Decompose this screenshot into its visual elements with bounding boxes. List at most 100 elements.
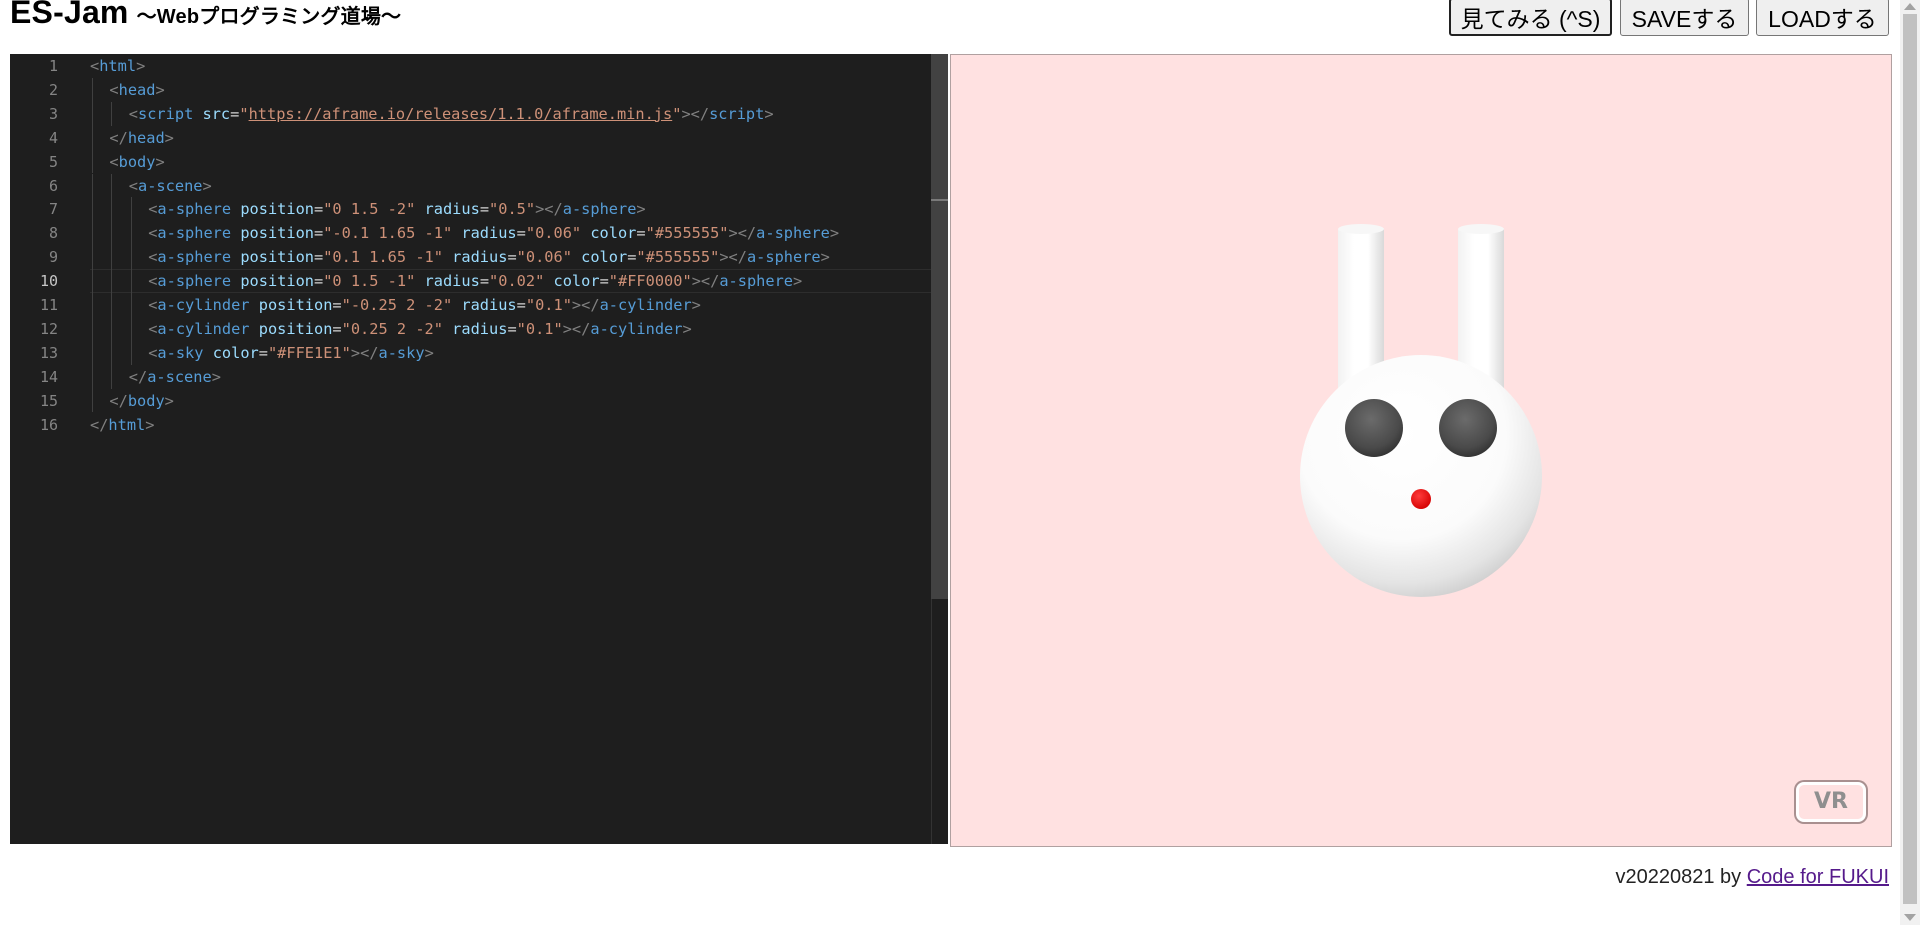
vr-preview[interactable]: VR xyxy=(950,54,1892,847)
indent-guide xyxy=(130,340,132,365)
code-token: > xyxy=(691,296,701,314)
code-line[interactable]: <a-sphere position="0.1 1.65 -1" radius=… xyxy=(148,245,830,269)
indent-guide xyxy=(92,173,93,198)
code-token: color xyxy=(581,248,628,267)
code-token: "0 1.5 -2" xyxy=(323,200,416,219)
vr-mode-button[interactable]: VR xyxy=(1796,782,1866,822)
credit-link[interactable]: Code for FUKUI xyxy=(1747,866,1889,888)
code-line[interactable]: </head> xyxy=(109,126,173,150)
code-token: a-scene xyxy=(147,367,212,386)
run-button[interactable]: 見てみる (^S) xyxy=(1449,0,1612,36)
code-token: "0 1.5 -1" xyxy=(323,272,416,291)
code-token: color xyxy=(212,343,259,362)
code-line[interactable]: <a-sphere position="0 1.5 -1" radius="0.… xyxy=(148,269,802,293)
code-line[interactable]: </a-scene> xyxy=(129,365,221,389)
code-token: "#FF0000" xyxy=(608,272,692,291)
code-token: radius xyxy=(452,319,508,338)
code-token: color xyxy=(590,224,637,243)
code-token: ></ xyxy=(728,224,757,243)
bunny-head xyxy=(1300,355,1542,597)
code-token: https://aframe.io/releases/1.1.0/aframe.… xyxy=(248,104,673,123)
code-token: > xyxy=(136,57,146,75)
scroll-up-arrow-icon[interactable] xyxy=(1904,3,1916,10)
code-token: a-cylinder xyxy=(599,296,692,314)
code-token: body xyxy=(127,391,165,410)
code-token: a-sphere xyxy=(157,224,232,243)
code-token: < xyxy=(128,176,139,195)
code-line[interactable]: <html> xyxy=(90,54,145,78)
code-line[interactable]: </body> xyxy=(109,389,173,413)
indent-guide xyxy=(130,197,132,222)
code-token: src xyxy=(202,104,231,123)
code-token: = xyxy=(479,200,490,219)
code-line[interactable]: <body> xyxy=(109,150,164,174)
code-token: > xyxy=(155,80,165,99)
code-token: = xyxy=(507,248,517,267)
code-line[interactable]: <head> xyxy=(109,78,164,102)
line-number: 9 xyxy=(48,248,58,267)
code-token: position xyxy=(258,319,333,338)
page-scrollbar-thumb[interactable] xyxy=(1903,14,1917,904)
code-token: "#555555" xyxy=(636,248,720,267)
code-token: "0.02" xyxy=(489,272,545,291)
code-token: > xyxy=(202,176,212,195)
load-button[interactable]: LOADする xyxy=(1756,0,1889,36)
code-line[interactable]: <a-cylinder position="-0.25 2 -2" radius… xyxy=(148,293,701,317)
indent-guide xyxy=(111,364,113,389)
line-number: 15 xyxy=(39,391,58,410)
indent-guide xyxy=(111,197,113,222)
line-number: 5 xyxy=(48,152,58,171)
code-token: < xyxy=(109,152,119,171)
app-title: ES-Jam ～Webプログラミング道場～ xyxy=(10,0,401,31)
code-token: = xyxy=(332,296,342,314)
line-number-gutter: 1 2 3 4 5 6 7 8 9 10 11 12 13 14 15 16 xyxy=(10,54,72,844)
code-token: ></ xyxy=(571,296,600,314)
code-token: </ xyxy=(109,128,128,147)
code-token: html xyxy=(99,57,137,75)
code-line[interactable]: </html> xyxy=(90,413,154,437)
editor-scrollbar-thumb[interactable] xyxy=(931,54,948,599)
code-token: > xyxy=(211,367,221,386)
header: ES-Jam ～Webプログラミング道場～ 見てみる (^S) SAVEする LO… xyxy=(0,0,1895,54)
code-line[interactable]: <a-sky color="#FFE1E1"></a-sky> xyxy=(148,341,434,365)
code-token: html xyxy=(108,415,146,434)
code-token: "0.5" xyxy=(489,200,536,219)
line-number: 3 xyxy=(48,104,58,123)
scroll-down-arrow-icon[interactable] xyxy=(1904,914,1916,921)
code-token: > xyxy=(820,248,830,267)
indent-guide xyxy=(130,293,132,317)
indent-guide xyxy=(92,125,93,150)
code-line[interactable]: <a-sphere position="-0.1 1.65 -1" radius… xyxy=(148,221,839,245)
code-token: a-sphere xyxy=(746,248,821,267)
code-token: "0.1 1.65 -1" xyxy=(323,248,443,267)
code-token: ></ xyxy=(562,319,591,338)
code-token: position xyxy=(240,224,314,243)
code-area[interactable]: <html> <head> <script src="https://aframe.… xyxy=(90,54,940,844)
save-button[interactable]: SAVEする xyxy=(1620,0,1749,36)
code-line[interactable]: <script src="https://aframe.io/releases/… xyxy=(129,102,774,126)
code-line[interactable]: <a-sphere position="0 1.5 -2" radius="0.… xyxy=(148,197,645,221)
indent-guide xyxy=(111,173,113,198)
code-token: < xyxy=(128,104,139,123)
indent-guide xyxy=(130,269,132,293)
footer: v20220821 by Code for FUKUI xyxy=(1616,866,1890,889)
indent-guide xyxy=(92,245,93,270)
code-token: position xyxy=(240,272,314,291)
indent-guide xyxy=(111,293,113,317)
code-line[interactable]: <a-scene> xyxy=(129,174,212,198)
line-number: 10 xyxy=(39,272,58,291)
code-token: = xyxy=(479,272,490,291)
code-token: > xyxy=(164,128,174,147)
code-token: </ xyxy=(90,415,109,434)
code-editor[interactable]: 1 2 3 4 5 6 7 8 9 10 11 12 13 14 15 16 <html> <head> <scr… xyxy=(10,54,948,844)
code-line[interactable]: <a-cylinder position="0.25 2 -2" radius=… xyxy=(148,317,692,341)
code-token: "0.06" xyxy=(516,248,572,267)
code-token: = xyxy=(314,224,324,243)
